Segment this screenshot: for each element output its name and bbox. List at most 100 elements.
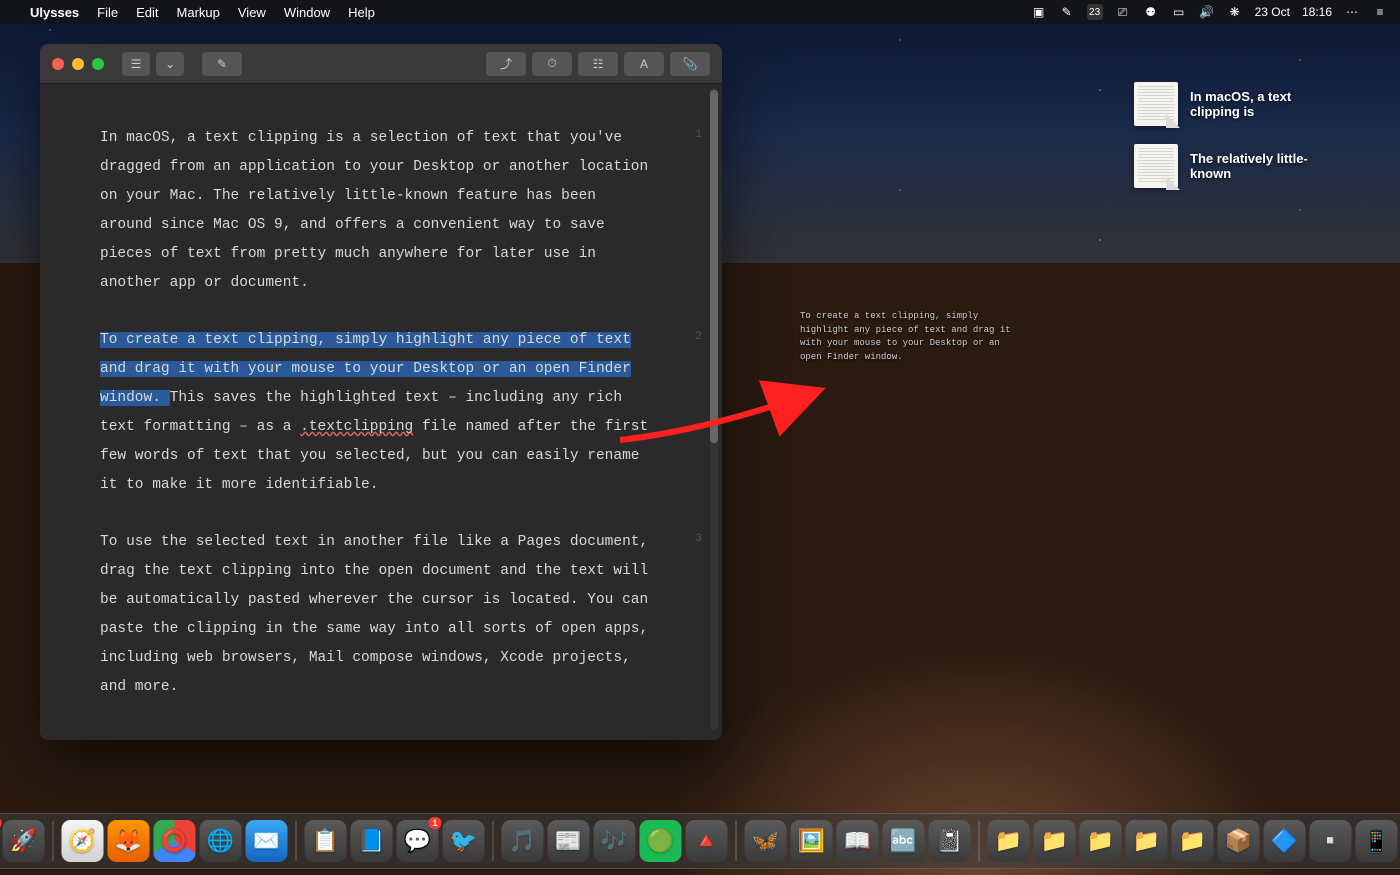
list-button[interactable]: ☷ — [578, 52, 618, 76]
status-tool-icon[interactable]: ✎ — [1059, 4, 1075, 20]
dock-music-icon[interactable]: 🎵 — [502, 820, 544, 862]
dock-tweetbot-icon[interactable]: 🐦 — [443, 820, 485, 862]
window-titlebar[interactable]: ☰ ⌄ ✎ ⤴ ⏱ ☷ A 📎 — [40, 44, 722, 84]
dock-itunes-icon[interactable]: 🎶 — [594, 820, 636, 862]
desktop-clipping-2[interactable]: The relatively little-known — [1134, 144, 1340, 188]
dock-safari-icon[interactable]: 🧭 — [62, 820, 104, 862]
dock-badge: • — [0, 817, 2, 829]
editor-area[interactable]: In macOS, a text clipping is a selection… — [40, 84, 722, 740]
menu-help[interactable]: Help — [348, 5, 375, 20]
dock-spotify-icon[interactable]: 🟢 — [640, 820, 682, 862]
traffic-lights — [52, 58, 104, 70]
view-dropdown-button[interactable]: ⌄ — [156, 52, 184, 76]
app-menu[interactable]: Ulysses — [30, 5, 79, 20]
menu-markup[interactable]: Markup — [177, 5, 220, 20]
status-calendar-icon[interactable]: 23 — [1087, 4, 1103, 20]
dock-dropbox-icon[interactable]: 📦 — [1218, 820, 1260, 862]
paragraph-2[interactable]: To create a text clipping, simply highli… — [100, 326, 652, 500]
dock-photo-icon[interactable]: 🖼️ — [791, 820, 833, 862]
para-num-1: 1 — [695, 124, 702, 146]
timer-button[interactable]: ⏱ — [532, 52, 572, 76]
desktop-clipping-1[interactable]: In macOS, a text clipping is — [1134, 82, 1340, 126]
paragraph-1[interactable]: In macOS, a text clipping is a selection… — [100, 124, 652, 298]
menu-file[interactable]: File — [97, 5, 118, 20]
paragraph-3[interactable]: To use the selected text in another file… — [100, 528, 652, 702]
dock-browser2-icon[interactable]: 🌐 — [200, 820, 242, 862]
photo-glyph: 🖼️ — [798, 828, 825, 854]
music-glyph: 🎵 — [509, 828, 536, 854]
share-button[interactable]: ⤴ — [486, 52, 526, 76]
app2-glyph: 📘 — [358, 828, 385, 854]
dock: 🔵⚙️📊•🚀🧭🦊⭕🌐✉️📋📘💬1🐦🎵📰🎶🟢🔺🦋🖼️📖🔤📓📁📁📁📁📁📦🔷▫️📱📁💾… — [0, 813, 1400, 869]
dock-firefox-icon[interactable]: 🦊 — [108, 820, 150, 862]
dock-separator — [296, 821, 297, 861]
reader-glyph: 📖 — [844, 828, 871, 854]
spell-error[interactable]: .textclipping — [300, 419, 413, 435]
sidebar-toggle-button[interactable]: ☰ — [122, 52, 150, 76]
dock-app5-icon[interactable]: 📱 — [1356, 820, 1398, 862]
dock-folder5-icon[interactable]: 📁 — [1172, 820, 1214, 862]
status-more-icon[interactable]: ⋯ — [1344, 4, 1360, 20]
zoom-button[interactable] — [92, 58, 104, 70]
textclipping-icon — [1134, 144, 1178, 188]
dock-app1-icon[interactable]: 📋 — [305, 820, 347, 862]
status-date[interactable]: 23 Oct — [1255, 5, 1290, 19]
dock-folder3-icon[interactable]: 📁 — [1080, 820, 1122, 862]
slack-glyph: 💬 — [404, 828, 431, 854]
status-sync-icon[interactable]: ❋ — [1227, 4, 1243, 20]
dock-folder2-icon[interactable]: 📁 — [1034, 820, 1076, 862]
menu-window[interactable]: Window — [284, 5, 330, 20]
dock-chrome-icon[interactable]: ⭕ — [154, 820, 196, 862]
spotify-glyph: 🟢 — [647, 828, 674, 854]
browser2-glyph: 🌐 — [207, 828, 234, 854]
dock-vlc-icon[interactable]: 🔺 — [686, 820, 728, 862]
status-time[interactable]: 18:16 — [1302, 5, 1332, 19]
menu-view[interactable]: View — [238, 5, 266, 20]
launchpad-glyph: 🚀 — [10, 828, 37, 854]
onenote-glyph: 📓 — [936, 828, 963, 854]
attachment-button[interactable]: 📎 — [670, 52, 710, 76]
butterfly-glyph: 🦋 — [752, 828, 779, 854]
close-button[interactable] — [52, 58, 64, 70]
drag-preview-text: To create a text clipping, simply highli… — [800, 310, 1020, 364]
dock-mail-icon[interactable]: ✉️ — [246, 820, 288, 862]
app1-glyph: 📋 — [312, 828, 339, 854]
dock-slack-icon[interactable]: 💬1 — [397, 820, 439, 862]
status-volume-icon[interactable]: 🔊 — [1199, 4, 1215, 20]
para-num-2: 2 — [695, 326, 702, 348]
news-glyph: 📰 — [555, 828, 582, 854]
typography-button[interactable]: A — [624, 52, 664, 76]
scrollbar-thumb[interactable] — [710, 90, 718, 443]
dock-separator — [736, 821, 737, 861]
folder4-glyph: 📁 — [1133, 828, 1160, 854]
status-list-icon[interactable]: ≡ — [1372, 4, 1388, 20]
compose-button[interactable]: ✎ — [202, 52, 242, 76]
dock-fonts-icon[interactable]: 🔤 — [883, 820, 925, 862]
ulysses-window: ☰ ⌄ ✎ ⤴ ⏱ ☷ A 📎 In macOS, a text clippin… — [40, 44, 722, 740]
dock-folder4-icon[interactable]: 📁 — [1126, 820, 1168, 862]
status-wifi-icon[interactable]: ⚉ — [1143, 4, 1159, 20]
app5-glyph: 📱 — [1363, 828, 1390, 854]
dock-reader-icon[interactable]: 📖 — [837, 820, 879, 862]
dock-butterfly-icon[interactable]: 🦋 — [745, 820, 787, 862]
dock-onenote-icon[interactable]: 📓 — [929, 820, 971, 862]
app3-glyph: 🔷 — [1271, 828, 1298, 854]
dock-launchpad-icon[interactable]: 🚀 — [3, 820, 45, 862]
menu-edit[interactable]: Edit — [136, 5, 158, 20]
dock-badge: 1 — [428, 817, 441, 829]
dock-separator — [493, 821, 494, 861]
editor-scrollbar[interactable] — [710, 88, 718, 730]
dock-app3-icon[interactable]: 🔷 — [1264, 820, 1306, 862]
dock-app4-icon[interactable]: ▫️ — [1310, 820, 1352, 862]
clipping-1-label: In macOS, a text clipping is — [1190, 89, 1340, 119]
minimize-button[interactable] — [72, 58, 84, 70]
dock-folder1-icon[interactable]: 📁 — [988, 820, 1030, 862]
status-display-icon[interactable]: ▣ — [1031, 4, 1047, 20]
dock-news-icon[interactable]: 📰 — [548, 820, 590, 862]
dock-app2-icon[interactable]: 📘 — [351, 820, 393, 862]
app4-glyph: ▫️ — [1317, 828, 1344, 854]
status-battery-icon[interactable]: ▭ — [1171, 4, 1187, 20]
folder3-glyph: 📁 — [1087, 828, 1114, 854]
status-airplay-icon[interactable]: ⎚ — [1115, 4, 1131, 20]
dropbox-glyph: 📦 — [1225, 828, 1252, 854]
